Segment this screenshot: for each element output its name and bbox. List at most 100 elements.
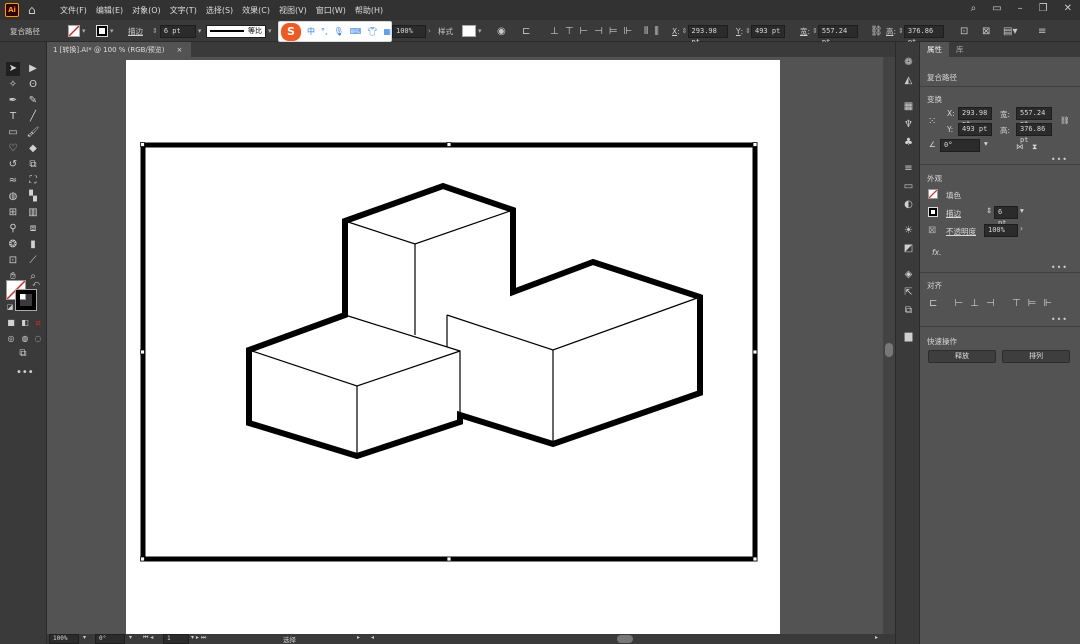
- frame-rectangle[interactable]: [140, 142, 758, 562]
- sogou-logo-icon[interactable]: S: [281, 22, 301, 41]
- height-field[interactable]: 376.86 pt: [1016, 123, 1052, 144]
- x-control[interactable]: X: ⇕ 293.98 pt: [672, 23, 728, 46]
- blend-tool-icon[interactable]: ⧈: [26, 222, 40, 236]
- selection-tool-icon[interactable]: ➤: [6, 62, 20, 76]
- rotate-angle-field[interactable]: 0°: [940, 139, 980, 152]
- y-field[interactable]: 493 pt: [958, 123, 992, 136]
- type-tool-icon[interactable]: T: [6, 110, 20, 124]
- opacity-field[interactable]: 100%: [392, 24, 426, 38]
- appearance-icon[interactable]: ☀: [902, 224, 915, 237]
- edit-toolbar-icon[interactable]: •••: [16, 366, 34, 380]
- more-options-icon[interactable]: •••: [1051, 315, 1068, 324]
- panel-menu-icon[interactable]: ≡: [1038, 23, 1046, 39]
- column-graph-tool-icon[interactable]: ▮: [26, 238, 40, 252]
- menu-object[interactable]: 对象(O): [132, 5, 161, 16]
- scroll-right-icon[interactable]: ▸: [875, 634, 878, 641]
- paintbrush-tool-icon[interactable]: 🖌︎: [26, 126, 40, 140]
- home-icon[interactable]: ⌂: [28, 3, 42, 17]
- stroke-profile-field[interactable]: 等比: [206, 24, 266, 38]
- width-field[interactable]: 557.24 pt: [817, 24, 858, 46]
- constrain-proportions-icon[interactable]: ⛓: [1060, 116, 1070, 125]
- flip-horizontal-icon[interactable]: ⋈: [1016, 142, 1024, 151]
- export-icon[interactable]: ⇱: [902, 286, 915, 299]
- symbol-sprayer-tool-icon[interactable]: ❂: [6, 238, 20, 252]
- chevron-down-icon[interactable]: ▾: [268, 27, 272, 35]
- eyedropper-tool-icon[interactable]: ⚲: [6, 222, 20, 236]
- horizontal-scroll-thumb[interactable]: [617, 635, 633, 643]
- slice-tool-icon[interactable]: ⟋: [26, 254, 40, 268]
- fill-control[interactable]: ▾: [68, 23, 86, 39]
- align-buttons-icon[interactable]: ⊥⊤⊢⊣⊨⊩: [550, 23, 638, 39]
- chevron-down-icon[interactable]: ▾: [110, 27, 114, 35]
- stroke-label[interactable]: 描边: [946, 208, 961, 219]
- canvas-area[interactable]: [47, 57, 883, 634]
- comments-icon[interactable]: ▆: [902, 330, 915, 343]
- lasso-tool-icon[interactable]: ʘ: [26, 78, 40, 92]
- layers-icon[interactable]: ◈: [902, 268, 915, 281]
- height-control[interactable]: 高: ⇕ 376.86 pt: [886, 23, 944, 46]
- menu-edit[interactable]: 编辑(E): [96, 5, 123, 16]
- draw-normal-icon[interactable]: ◎: [4, 332, 18, 346]
- keyboard-icon[interactable]: ⌨: [350, 27, 362, 36]
- align-buttons-icon[interactable]: ⊏ ⊢⊥⊣ ⊤⊨⊩: [929, 298, 1059, 309]
- stroke-swatch[interactable]: [928, 207, 938, 217]
- tab-libraries[interactable]: 库: [949, 42, 971, 57]
- more-options-icon[interactable]: •••: [1051, 263, 1068, 272]
- menu-type[interactable]: 文字(T): [170, 5, 197, 16]
- chevron-right-icon[interactable]: ›: [428, 27, 431, 35]
- opacity-field[interactable]: 100%: [984, 224, 1018, 237]
- recolor-icon[interactable]: ◉: [497, 23, 506, 39]
- stroke-weight-field[interactable]: 6 pt: [159, 24, 196, 38]
- color-mode-icon[interactable]: ■: [4, 316, 18, 330]
- search-icon[interactable]: ⌕: [971, 3, 977, 14]
- stroke-profile-control[interactable]: 等比 ▾: [206, 23, 272, 39]
- next-artboard-icon[interactable]: ▾ ▸ ⏭: [191, 634, 206, 642]
- toolbox-icon[interactable]: ▦: [383, 27, 391, 36]
- scale-tool-icon[interactable]: ⧉: [26, 158, 40, 172]
- stepper-icon[interactable]: ⇕: [986, 206, 992, 215]
- rotate-tool-icon[interactable]: ↺: [6, 158, 20, 172]
- restore-icon[interactable]: ❐: [1039, 3, 1048, 14]
- live-paint-tool-icon[interactable]: ▚: [26, 190, 40, 204]
- eraser-tool-icon[interactable]: ◆: [26, 142, 40, 156]
- transform-icon[interactable]: ⊡: [960, 23, 968, 39]
- menu-window[interactable]: 窗口(W): [316, 5, 346, 16]
- curvature-tool-icon[interactable]: ✎: [26, 94, 40, 108]
- graphic-styles-icon[interactable]: ◩: [902, 242, 915, 255]
- artboard-number-field[interactable]: 1: [163, 634, 189, 644]
- transparency-icon[interactable]: ◐: [902, 198, 915, 211]
- isolate-icon[interactable]: ⊠: [982, 23, 990, 39]
- shaper-tool-icon[interactable]: ♡: [6, 142, 20, 156]
- color-guide-icon[interactable]: ❁: [902, 56, 915, 69]
- gradient-mode-icon[interactable]: ◧: [18, 316, 32, 330]
- chevron-down-icon[interactable]: ▾: [83, 634, 86, 641]
- shape-builder-tool-icon[interactable]: ◍: [6, 190, 20, 204]
- stroke-swatch[interactable]: [15, 289, 37, 311]
- draw-behind-icon[interactable]: ◍: [18, 332, 32, 346]
- perspective-grid-tool-icon[interactable]: ⊞: [6, 206, 20, 220]
- link-proportions-icon[interactable]: ⛓: [870, 23, 883, 39]
- width-control[interactable]: 宽: ⇕ 557.24 pt: [800, 23, 858, 46]
- chevron-down-icon[interactable]: ▾: [129, 634, 132, 641]
- arrange-documents-icon[interactable]: ▤▾: [1003, 23, 1017, 39]
- opacity-control[interactable]: 100% ›: [392, 23, 431, 39]
- chevron-right-icon[interactable]: ›: [1020, 224, 1023, 233]
- close-icon[interactable]: ✕: [1064, 3, 1072, 14]
- fill-none-swatch[interactable]: [68, 25, 80, 37]
- height-field[interactable]: 376.86 pt: [903, 24, 944, 46]
- style-swatch[interactable]: [462, 25, 476, 37]
- free-transform-tool-icon[interactable]: ⛶: [26, 174, 40, 188]
- artwork[interactable]: [47, 57, 883, 634]
- stroke-control[interactable]: ▾: [96, 23, 114, 39]
- menu-select[interactable]: 选择(S): [206, 5, 233, 16]
- chevron-down-icon[interactable]: ▾: [478, 27, 482, 35]
- menu-view[interactable]: 视图(V): [279, 5, 307, 16]
- workspace-icon[interactable]: ▭: [992, 3, 1001, 14]
- symbols-icon[interactable]: ♣: [902, 136, 915, 149]
- artboard-tool-icon[interactable]: ⊡: [6, 254, 20, 268]
- x-field[interactable]: 293.98 pt: [958, 107, 992, 128]
- stroke-swatch[interactable]: [96, 25, 108, 37]
- menu-effect[interactable]: 效果(C): [242, 5, 270, 16]
- microphone-icon[interactable]: 🎙︎: [334, 27, 344, 36]
- width-field[interactable]: 557.24 pt: [1016, 107, 1052, 128]
